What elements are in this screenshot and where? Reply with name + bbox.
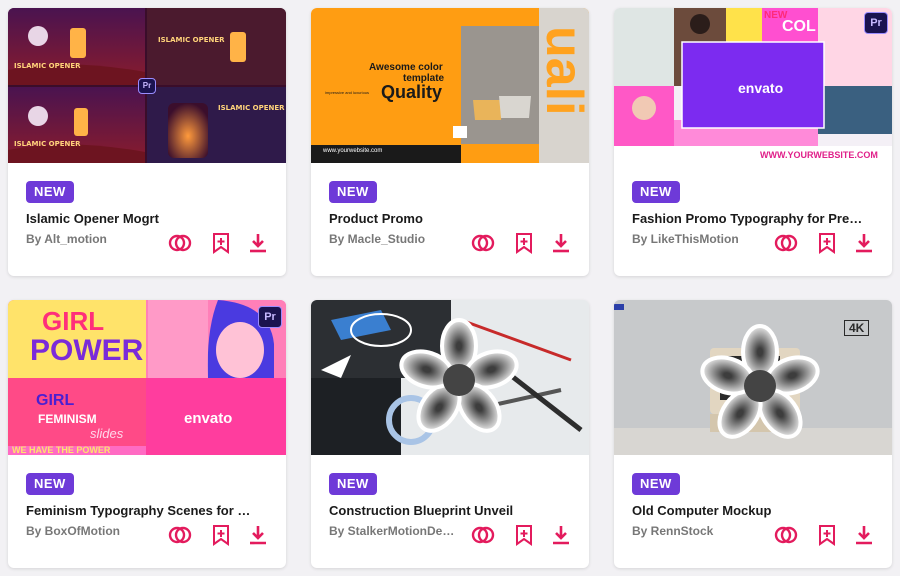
item-card[interactable]: NEW Construction Blueprint Unveil By Sta…	[311, 300, 589, 568]
remix-icon[interactable]	[470, 522, 496, 548]
thumb-text: ISLAMIC OPENER	[218, 104, 285, 112]
item-title[interactable]: Product Promo	[329, 211, 579, 226]
thumb-text: GIRL	[42, 306, 105, 336]
thumb-text: 4K	[844, 320, 870, 336]
item-author[interactable]: By Macle_Studio	[329, 232, 459, 246]
thumb-text: www.yourwebsite.com	[323, 148, 383, 154]
thumb-text: uali	[539, 26, 589, 116]
item-title[interactable]: Feminism Typography Scenes for Premiere …	[26, 503, 258, 518]
thumb-text: Quality	[381, 82, 443, 102]
premiere-pro-icon: Pr	[138, 78, 156, 94]
new-badge: NEW	[329, 181, 377, 203]
remix-icon[interactable]	[167, 522, 193, 548]
bookmark-icon[interactable]	[511, 522, 537, 548]
thumb-text: Awesome color	[369, 62, 443, 73]
bookmark-icon[interactable]	[208, 230, 234, 256]
thumb-text: ISLAMIC OPENER	[14, 140, 81, 148]
premiere-pro-icon: Pr	[864, 12, 888, 34]
thumb-text: WWW.YOURWEBSITE.COM	[760, 150, 878, 160]
item-thumbnail[interactable]: ISLAMIC OPENER ISLAMIC OPENER ISLAMIC OP…	[8, 8, 286, 163]
remix-icon[interactable]	[470, 230, 496, 256]
item-card[interactable]: 4K NEW Old Computer Mockup By RennStock	[614, 300, 892, 568]
new-badge: NEW	[329, 473, 377, 495]
download-icon[interactable]	[245, 522, 271, 548]
item-card[interactable]: Awesome color template Quality impressiv…	[311, 8, 589, 276]
new-badge: NEW	[26, 181, 74, 203]
new-badge: NEW	[632, 473, 680, 495]
item-author[interactable]: By BoxOfMotion	[26, 524, 156, 538]
bookmark-icon[interactable]	[814, 522, 840, 548]
item-title[interactable]: Islamic Opener Mogrt	[26, 211, 276, 226]
download-icon[interactable]	[851, 522, 877, 548]
item-thumbnail[interactable]	[311, 300, 589, 455]
item-title[interactable]: Construction Blueprint Unveil	[329, 503, 579, 518]
remix-icon[interactable]	[773, 522, 799, 548]
remix-icon[interactable]	[773, 230, 799, 256]
item-card[interactable]: NEW COL envato WWW.YOURWEBSITE.COM Pr NE…	[614, 8, 892, 276]
thumb-text: impressive and luxurious	[325, 90, 370, 95]
item-thumbnail[interactable]: 4K	[614, 300, 892, 455]
thumb-text: WE HAVE THE POWER	[12, 445, 111, 455]
new-badge: NEW	[26, 473, 74, 495]
premiere-pro-icon: Pr	[258, 306, 282, 328]
new-badge: NEW	[632, 181, 680, 203]
item-grid: ISLAMIC OPENER ISLAMIC OPENER ISLAMIC OP…	[0, 0, 900, 576]
thumb-text: envato	[184, 410, 233, 427]
item-author[interactable]: By LikeThisMotion	[632, 232, 762, 246]
item-author[interactable]: By StalkerMotionDesign	[329, 524, 459, 538]
bookmark-icon[interactable]	[814, 230, 840, 256]
item-title[interactable]: Fashion Promo Typography for Premiere Pr…	[632, 211, 864, 226]
download-icon[interactable]	[245, 230, 271, 256]
thumb-text: envato	[738, 80, 784, 96]
loading-spinner-icon	[700, 324, 820, 439]
thumb-text: slides	[90, 426, 124, 441]
bookmark-icon[interactable]	[208, 522, 234, 548]
download-icon[interactable]	[548, 230, 574, 256]
item-card[interactable]: ISLAMIC OPENER ISLAMIC OPENER ISLAMIC OP…	[8, 8, 286, 276]
item-card[interactable]: GIRL POWER GIRL FEMINISM slides WE HAVE …	[8, 300, 286, 568]
item-thumbnail[interactable]: GIRL POWER GIRL FEMINISM slides WE HAVE …	[8, 300, 286, 455]
thumb-text: ISLAMIC OPENER	[158, 36, 225, 44]
thumb-text: FEMINISM	[38, 412, 97, 426]
download-icon[interactable]	[548, 522, 574, 548]
thumb-text: ISLAMIC OPENER	[14, 62, 81, 70]
item-author[interactable]: By RennStock	[632, 524, 762, 538]
bookmark-icon[interactable]	[511, 230, 537, 256]
item-author[interactable]: By Alt_motion	[26, 232, 156, 246]
loading-spinner-icon	[399, 318, 519, 433]
item-title[interactable]: Old Computer Mockup	[632, 503, 882, 518]
thumb-text: POWER	[30, 334, 144, 367]
thumb-text: COL	[782, 18, 816, 35]
thumb-text: GIRL	[36, 392, 75, 409]
remix-icon[interactable]	[167, 230, 193, 256]
item-thumbnail[interactable]: NEW COL envato WWW.YOURWEBSITE.COM Pr	[614, 8, 892, 163]
download-icon[interactable]	[851, 230, 877, 256]
item-thumbnail[interactable]: Awesome color template Quality impressiv…	[311, 8, 589, 163]
